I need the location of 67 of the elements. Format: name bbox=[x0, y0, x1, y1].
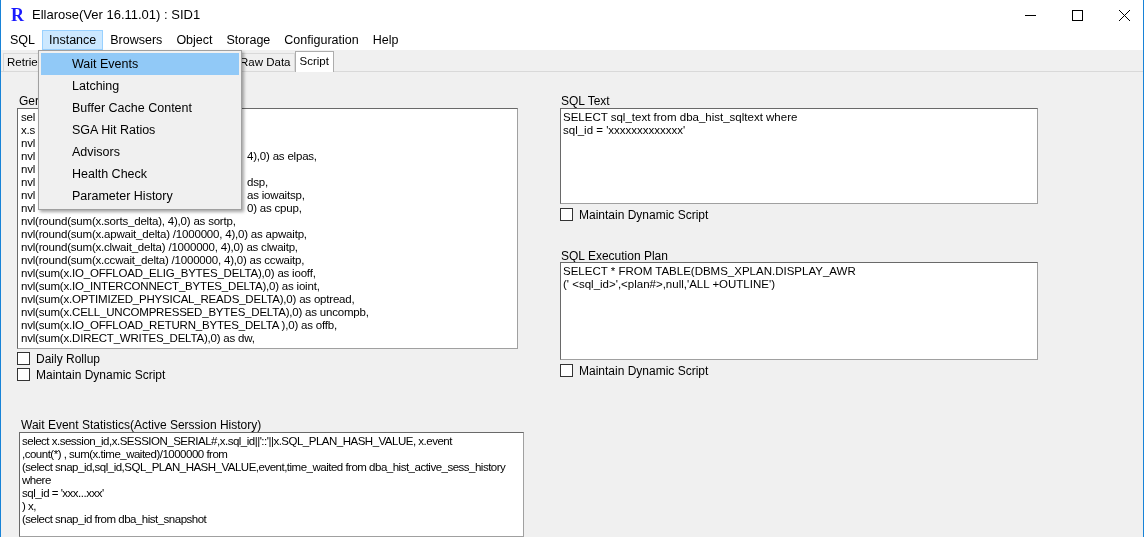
code-line: nvl bbox=[21, 163, 36, 176]
menu-item[interactable]: Storage bbox=[219, 30, 278, 50]
checkbox[interactable] bbox=[560, 364, 573, 377]
code-line: nvl bbox=[21, 176, 36, 189]
code-line: 0) as cpup, bbox=[247, 202, 302, 215]
panel-label: Wait Event Statistics(Active Serssion History) bbox=[21, 417, 262, 432]
code-line: where bbox=[22, 474, 51, 487]
menu-item[interactable]: Instance bbox=[42, 30, 104, 50]
code-line: nvl(sum(x.DIRECT_WRITES_DELTA),0) as dw, bbox=[21, 332, 255, 345]
code-line: (select snap_id,sql_id,SQL_PLAN_HASH_VALUE,event,time_waited from dba_hist_active_sess_history bbox=[22, 461, 506, 474]
checkbox-label: Daily Rollup bbox=[36, 350, 101, 368]
panel-label: SQL Execution Plan bbox=[561, 248, 668, 262]
sql-text-box[interactable]: SELECT sql_text from dba_hist_sqltext where sql_id = 'xxxxxxxxxxxxx' bbox=[560, 108, 1038, 204]
menu-item[interactable]: Browsers bbox=[103, 30, 170, 50]
menu-item[interactable]: Advisors bbox=[41, 141, 239, 163]
close-icon[interactable] bbox=[1119, 9, 1130, 21]
code-line: nvl(round(sum(x.ccwait_delta) /1000000, 4),0) as ccwaitp, bbox=[21, 254, 305, 267]
code-line: dsp, bbox=[247, 176, 268, 189]
code-line: nvl(round(sum(x.clwait_delta) /1000000, 4),0) as clwaitp, bbox=[21, 241, 298, 254]
code-line: nvl bbox=[21, 150, 36, 163]
code-line: (' <sql_id>',<plan#>,null,'ALL +OUTLINE') bbox=[563, 278, 775, 291]
code-line: select x.session_id,x.SESSION_SERIAL#,x.sql_id||'::'||x.SQL_PLAN_HASH_VALUE, x.event bbox=[22, 435, 452, 448]
code-line: SELECT sql_text from dba_hist_sqltext where bbox=[563, 111, 798, 124]
menu-item[interactable]: Configuration bbox=[277, 30, 366, 50]
code-line: x.s bbox=[21, 124, 36, 137]
code-line: SELECT * FROM TABLE(DBMS_XPLAN.DISPLAY_AWR bbox=[563, 265, 856, 278]
menu-item[interactable]: SGA Hit Ratios bbox=[41, 119, 239, 141]
checkbox-label: Maintain Dynamic Script bbox=[579, 206, 709, 224]
menu-item[interactable]: Parameter History bbox=[41, 185, 239, 207]
wait-event-script-box[interactable] bbox=[19, 432, 524, 537]
tab[interactable]: Script bbox=[294, 51, 334, 72]
code-line: sql_id = 'xxx...xxx' bbox=[22, 487, 104, 500]
code-line: sql_id = 'xxxxxxxxxxxxx' bbox=[563, 124, 686, 137]
execution-plan-box[interactable]: SELECT * FROM TABLE(DBMS_XPLAN.DISPLAY_AWR (' <sql_id>',<plan#>,null,'ALL +OUTLINE') bbox=[560, 262, 1038, 360]
menu-item[interactable]: Wait Events bbox=[41, 53, 239, 75]
checkbox[interactable] bbox=[17, 352, 30, 365]
code-line: nvl(round(sum(x.sorts_delta), 4),0) as sortp, bbox=[21, 215, 236, 228]
menu-item[interactable]: SQL bbox=[3, 30, 42, 50]
code-line: ) x, bbox=[22, 500, 36, 513]
code-line: nvl(sum(x.CELL_UNCOMPRESSED_BYTES_DELTA),0) as uncompb, bbox=[21, 306, 369, 319]
menu-item[interactable]: Latching bbox=[41, 75, 239, 97]
code-line: 4),0) as elpas, bbox=[247, 150, 317, 163]
code-line: nvl(sum(x.IO_INTERCONNECT_BYTES_DELTA),0) as ioint, bbox=[21, 280, 320, 293]
code-line: nvl(sum(x.OPTIMIZED_PHYSICAL_READS_DELTA),0) as optread, bbox=[21, 293, 355, 306]
window-title: Ellarose(Ver 16.11.01) : SID1 bbox=[32, 6, 201, 25]
code-line: as iowaitsp, bbox=[247, 189, 305, 202]
menu-item[interactable]: Help bbox=[365, 30, 406, 50]
checkbox[interactable] bbox=[560, 208, 573, 221]
maximize-icon[interactable] bbox=[1072, 9, 1083, 21]
code-line: (select snap_id from dba_hist_snapshot bbox=[22, 513, 207, 526]
panel-label: Ger bbox=[19, 93, 39, 108]
checkbox-label: Maintain Dynamic Script bbox=[579, 362, 709, 380]
code-line: nvl bbox=[21, 202, 36, 215]
checkbox[interactable] bbox=[17, 368, 30, 381]
panel-label: SQL Text bbox=[561, 93, 610, 108]
checkbox-label: Maintain Dynamic Script bbox=[36, 366, 166, 384]
menu-item[interactable]: Object bbox=[169, 30, 220, 50]
menu-item[interactable]: Buffer Cache Content bbox=[41, 97, 239, 119]
code-line: nvl(sum(x.IO_OFFLOAD_ELIG_BYTES_DELTA),0) as iooff, bbox=[21, 267, 316, 280]
menu-item[interactable]: Health Check bbox=[41, 163, 239, 185]
app-logo: R bbox=[11, 6, 24, 24]
code-line: nvl bbox=[21, 189, 36, 202]
code-line: nvl(sum(x.IO_OFFLOAD_RETURN_BYTES_DELTA ),0) as offb, bbox=[21, 319, 337, 332]
code-line: sel bbox=[21, 111, 36, 124]
code-line: nvl bbox=[21, 137, 36, 150]
code-line: ,count(*) , sum(x.time_waited)/1000000 from bbox=[22, 448, 228, 461]
code-line: nvl(round(sum(x.apwait_delta) /1000000, 4),0) as apwaitp, bbox=[21, 228, 307, 241]
